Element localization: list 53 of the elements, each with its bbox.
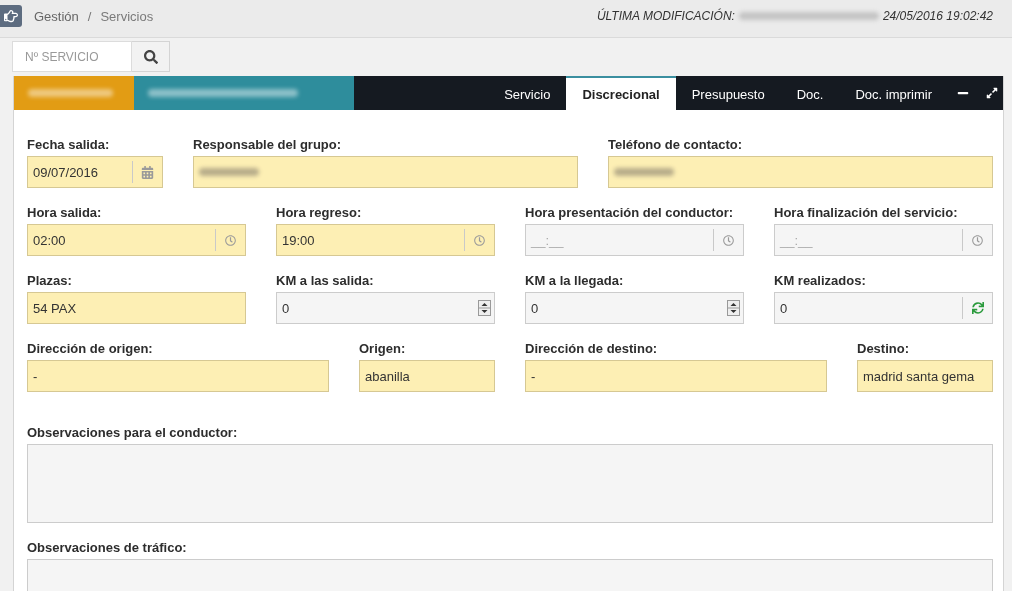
field-label: Teléfono de contacto: [608,137,744,153]
field-label: Destino: [857,341,910,357]
tab[interactable]: Doc. [780,76,840,110]
field-label: Observaciones de tráfico: [27,540,188,556]
search-icon [143,49,158,64]
field-label: Hora presentación del conductor: [525,205,735,221]
field-label: Plazas: [27,273,73,289]
last-modified-date: 24/05/2016 19:02:42 [882,9,993,23]
text-area[interactable] [27,444,993,523]
clock-icon[interactable] [225,234,236,246]
field-label: Hora regreso: [276,205,363,221]
field-label: Dirección de destino: [525,341,659,357]
field-label: KM a las salida: [276,273,375,289]
text-field[interactable]: - [27,360,329,392]
field-label: Hora salida: [27,205,103,221]
field-label: Observaciones para el conductor: [27,425,239,441]
calendar-icon[interactable] [141,165,154,179]
text-field[interactable]: madrid santa gema [857,360,993,392]
text-field[interactable]: - [525,360,827,392]
number-field[interactable]: 0 [276,292,495,324]
field-label: Origen: [359,341,407,357]
breadcrumb-separator: / [87,8,92,24]
number-field[interactable]: 0 [525,292,744,324]
field-label: KM realizados: [774,273,867,289]
expand-icon[interactable] [986,87,998,99]
clock-icon[interactable] [474,234,485,246]
field-label: Fecha salida: [27,137,111,153]
tab[interactable]: Doc. imprimir [839,76,948,110]
spinner-arrows-icon[interactable] [477,300,491,316]
text-field[interactable] [193,156,578,188]
text-field[interactable] [608,156,993,188]
search-button[interactable] [132,41,170,72]
field-label: Responsable del grupo: [193,137,343,153]
text-field[interactable]: abanilla [359,360,495,392]
date-field[interactable]: 09/07/2016 [27,156,163,188]
field-label: Dirección de origen: [27,341,154,357]
field-label: Hora finalización del servicio: [774,205,959,221]
field-label: KM a la llegada: [525,273,625,289]
tab[interactable]: Servicio [488,76,567,110]
clock-icon[interactable] [972,234,983,246]
hand-pointer-icon[interactable] [0,5,22,27]
time-field[interactable]: 02:00 [27,224,246,256]
clock-icon[interactable] [723,234,734,246]
breadcrumb-link[interactable]: Servicios [100,8,154,24]
computed-field[interactable]: 0 [774,292,993,324]
text-field[interactable]: 54 PAX [27,292,246,324]
tab[interactable]: Discrecional [566,76,676,110]
last-modified-label: ÚLTIMA MODIFICACIÓN: [596,9,735,23]
breadcrumb-link[interactable]: Gestión [34,8,79,24]
tab[interactable]: Presupuesto [675,76,781,110]
refresh-icon[interactable] [971,302,984,314]
time-field[interactable]: 19:00 [276,224,495,256]
spinner-arrows-icon[interactable] [726,300,740,316]
